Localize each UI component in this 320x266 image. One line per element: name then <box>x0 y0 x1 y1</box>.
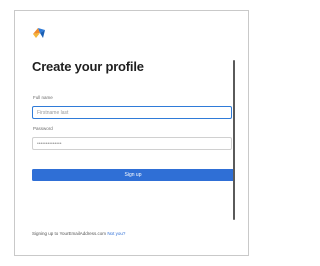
sign-up-button[interactable]: Sign up <box>32 169 234 181</box>
footer-note: Signing up to YourEmailAddress.com Not y… <box>32 231 125 236</box>
scrollbar-thumb[interactable] <box>233 60 235 220</box>
full-name-label: Full name <box>33 95 53 100</box>
password-label: Password <box>33 126 53 131</box>
signup-card <box>14 10 249 256</box>
page-title: Create your profile <box>32 59 144 74</box>
full-name-input[interactable] <box>32 106 232 119</box>
footer-text: Signing up to YourEmailAddress.com <box>32 231 107 236</box>
app-logo-icon <box>33 28 45 38</box>
password-input[interactable] <box>32 137 232 150</box>
not-you-link[interactable]: Not you? <box>107 231 125 236</box>
scrollbar[interactable] <box>233 60 235 238</box>
